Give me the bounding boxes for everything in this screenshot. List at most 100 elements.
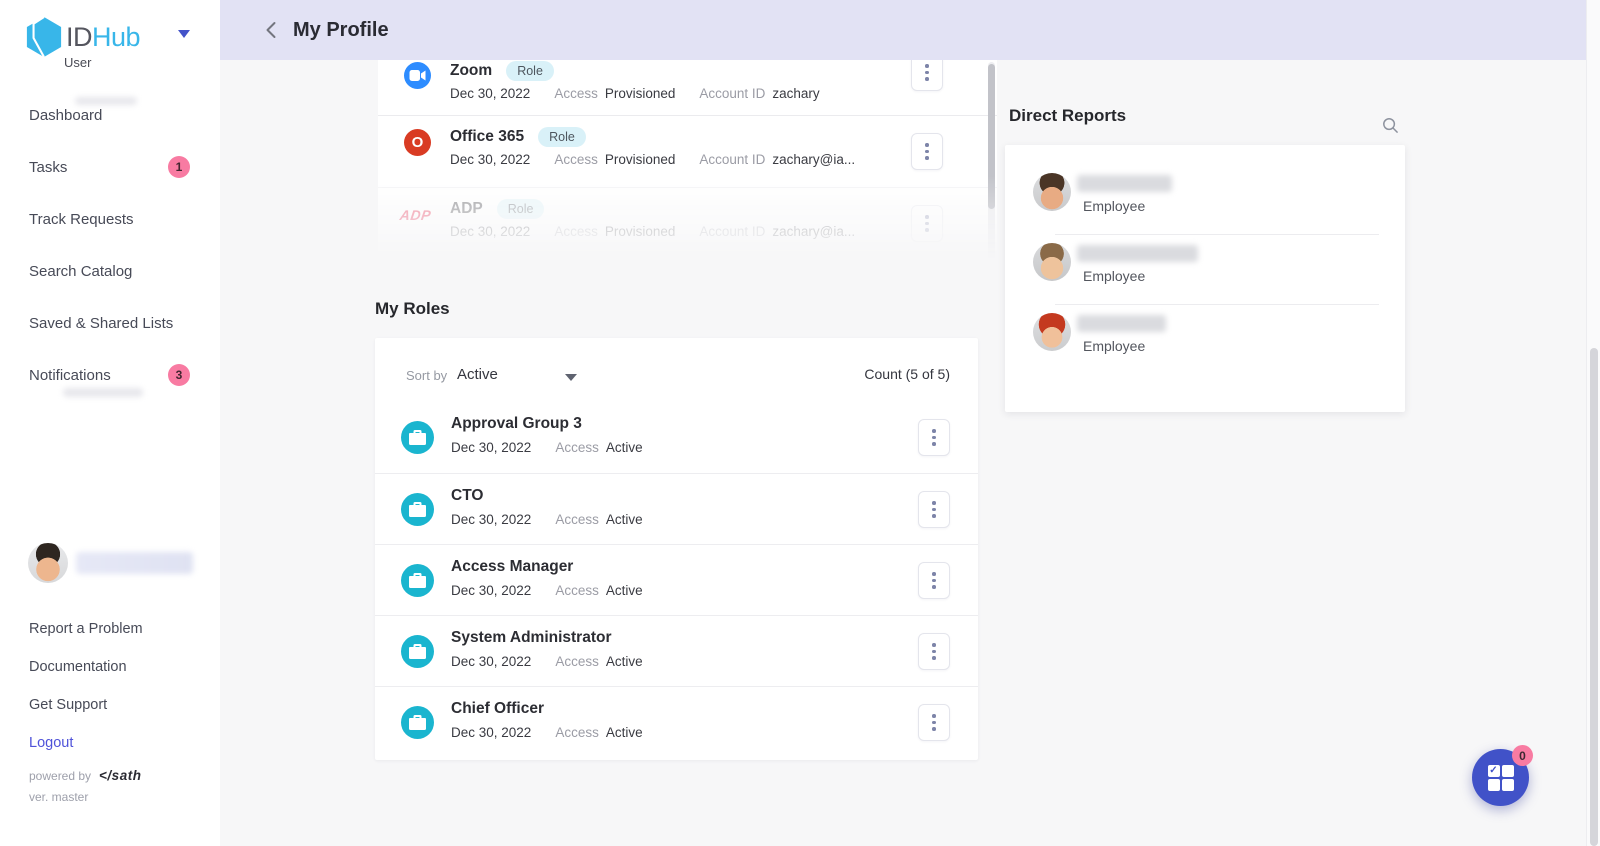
role-briefcase-icon bbox=[401, 493, 434, 526]
current-user[interactable] bbox=[28, 543, 193, 583]
role-date: Dec 30, 2022 bbox=[451, 440, 531, 455]
role-date: Dec 30, 2022 bbox=[451, 512, 531, 527]
kebab-menu-icon[interactable] bbox=[918, 491, 950, 528]
role-briefcase-icon bbox=[401, 421, 434, 454]
redacted-name bbox=[76, 552, 193, 574]
role-row[interactable]: Chief Officer Dec 30, 2022 Access Active bbox=[375, 686, 978, 757]
app-date: Dec 30, 2022 bbox=[450, 152, 530, 167]
app-date: Dec 30, 2022 bbox=[450, 86, 530, 101]
chevron-down-icon[interactable] bbox=[178, 30, 190, 38]
sort-by-label: Sort by bbox=[406, 368, 447, 383]
my-roles-title: My Roles bbox=[375, 299, 450, 319]
redacted-name bbox=[1077, 175, 1172, 192]
chevron-left-icon bbox=[265, 21, 277, 39]
role-row[interactable]: CTO Dec 30, 2022 Access Active bbox=[375, 473, 978, 544]
roles-toolbar: Sort by Active Count (5 of 5) bbox=[375, 338, 978, 402]
app-name: Office 365 bbox=[450, 128, 524, 146]
app-row-office365[interactable]: O Office 365 Role Dec 30, 2022 Access Pr… bbox=[378, 115, 997, 187]
version-label: ver. master bbox=[29, 790, 88, 804]
direct-report-row[interactable]: Employee bbox=[1005, 305, 1405, 375]
sidebar-item-search-catalog[interactable]: Search Catalog bbox=[0, 245, 220, 297]
app-logo[interactable]: IDHub bbox=[25, 16, 140, 58]
app-row-adp[interactable]: ADP ADP Role Dec 30, 2022 Access Provisi… bbox=[378, 187, 997, 259]
role-briefcase-icon bbox=[401, 564, 434, 597]
role-badge: Role bbox=[497, 199, 545, 219]
app-name: ADP bbox=[450, 200, 483, 218]
kebab-menu-icon[interactable] bbox=[911, 133, 943, 170]
adp-app-icon: ADP bbox=[399, 207, 432, 223]
logout-link[interactable]: Logout bbox=[29, 724, 143, 762]
redacted-name bbox=[1077, 315, 1166, 332]
direct-report-row[interactable]: Employee bbox=[1005, 165, 1405, 235]
sidebar-footer-links: Report a Problem Documentation Get Suppo… bbox=[29, 610, 143, 762]
role-row[interactable]: Approval Group 3 Dec 30, 2022 Access Act… bbox=[375, 402, 978, 473]
notifications-count-badge: 3 bbox=[168, 364, 190, 386]
avatar bbox=[1033, 313, 1071, 351]
roles-count: Count (5 of 5) bbox=[864, 366, 950, 382]
employee-role-label: Employee bbox=[1083, 268, 1145, 284]
sidebar: IDHub User Dashboard Tasks 1 Track Reque… bbox=[0, 0, 220, 846]
employee-role-label: Employee bbox=[1083, 198, 1145, 214]
app-logo-text: IDHub bbox=[66, 22, 140, 53]
sidebar-item-dashboard[interactable]: Dashboard bbox=[0, 89, 220, 141]
sidebar-item-saved-shared-lists[interactable]: Saved & Shared Lists bbox=[0, 297, 220, 349]
kebab-menu-icon[interactable] bbox=[918, 704, 950, 741]
app-meta: Dec 30, 2022 Access Provisioned Account … bbox=[450, 152, 855, 167]
my-roles-card: Sort by Active Count (5 of 5) Approval G… bbox=[375, 338, 978, 760]
redacted-name bbox=[1077, 245, 1198, 262]
report-a-problem-link[interactable]: Report a Problem bbox=[29, 610, 143, 648]
role-briefcase-icon bbox=[401, 706, 434, 739]
role-date: Dec 30, 2022 bbox=[451, 654, 531, 669]
role-briefcase-icon bbox=[401, 635, 434, 668]
access-status: Provisioned bbox=[605, 86, 676, 101]
card-scrollbar-thumb[interactable] bbox=[988, 64, 995, 209]
documentation-link[interactable]: Documentation bbox=[29, 648, 143, 686]
sort-caret-icon[interactable] bbox=[565, 374, 577, 381]
powered-by: powered by </sath bbox=[29, 768, 141, 783]
search-icon[interactable] bbox=[1382, 117, 1399, 134]
role-badge: Role bbox=[538, 127, 586, 147]
avatar bbox=[1033, 173, 1071, 211]
account-id: zachary@ia... bbox=[772, 224, 855, 239]
page-scrollbar-thumb[interactable] bbox=[1590, 348, 1598, 846]
access-status: Active bbox=[606, 512, 643, 527]
app-row-zoom[interactable]: Zoom Role Dec 30, 2022 Access Provisione… bbox=[378, 60, 997, 115]
kebab-menu-icon[interactable] bbox=[918, 562, 950, 599]
role-badge: Role bbox=[506, 61, 554, 81]
workspace-label: User bbox=[64, 55, 91, 70]
access-status: Active bbox=[606, 440, 643, 455]
avatar bbox=[1033, 243, 1071, 281]
kebab-menu-icon[interactable] bbox=[918, 419, 950, 456]
role-row[interactable]: System Administrator Dec 30, 2022 Access… bbox=[375, 615, 978, 686]
access-status: Active bbox=[606, 725, 643, 740]
sidebar-item-track-requests[interactable]: Track Requests bbox=[0, 193, 220, 245]
my-applications-card: Zoom Role Dec 30, 2022 Access Provisione… bbox=[378, 60, 997, 260]
kebab-menu-icon[interactable] bbox=[911, 205, 943, 242]
avatar bbox=[28, 543, 68, 583]
access-status: Active bbox=[606, 583, 643, 598]
account-id: zachary@ia... bbox=[772, 152, 855, 167]
access-status: Provisioned bbox=[605, 152, 676, 167]
direct-reports-title: Direct Reports bbox=[1009, 106, 1126, 126]
kebab-menu-icon[interactable] bbox=[918, 633, 950, 670]
sath-logo: </sath bbox=[99, 768, 141, 783]
role-date: Dec 30, 2022 bbox=[451, 583, 531, 598]
back-button[interactable] bbox=[265, 21, 277, 39]
quick-apps-button[interactable]: ✓ 0 bbox=[1472, 749, 1529, 806]
app-name: Zoom bbox=[450, 62, 492, 80]
grid-apps-icon: ✓ bbox=[1488, 765, 1514, 791]
role-row[interactable]: Access Manager Dec 30, 2022 Access Activ… bbox=[375, 544, 978, 615]
get-support-link[interactable]: Get Support bbox=[29, 686, 143, 724]
page-header: My Profile bbox=[220, 0, 1586, 60]
fab-count-badge: 0 bbox=[1512, 745, 1533, 766]
role-date: Dec 30, 2022 bbox=[451, 725, 531, 740]
sort-select[interactable]: Active bbox=[457, 366, 498, 383]
sidebar-item-tasks[interactable]: Tasks 1 bbox=[0, 141, 220, 193]
direct-report-row[interactable]: Employee bbox=[1005, 235, 1405, 305]
app-meta: Dec 30, 2022 Access Provisioned Account … bbox=[450, 224, 855, 239]
page-title: My Profile bbox=[293, 19, 389, 42]
employee-role-label: Employee bbox=[1083, 338, 1145, 354]
access-status: Active bbox=[606, 654, 643, 669]
redacted-text bbox=[63, 388, 143, 397]
tasks-count-badge: 1 bbox=[168, 156, 190, 178]
